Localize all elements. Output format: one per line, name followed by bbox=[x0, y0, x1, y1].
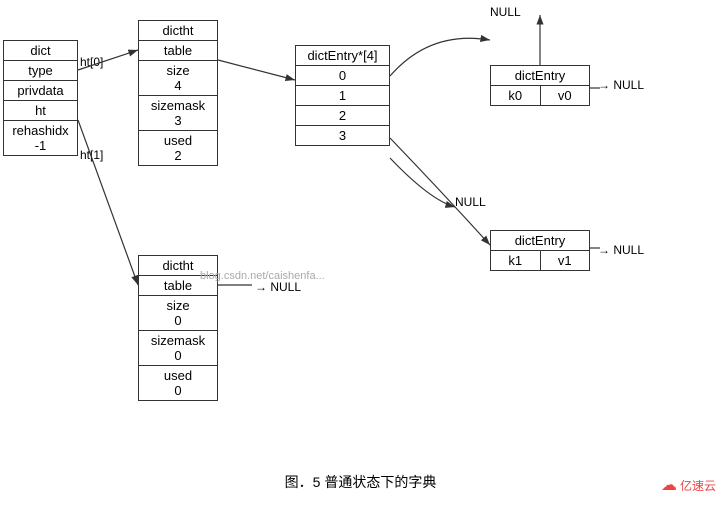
null-bottom-table: → NULL bbox=[255, 280, 301, 294]
dictht-top-table: table bbox=[139, 41, 217, 61]
dictht-top-size: size4 bbox=[139, 61, 217, 96]
dictentry-bottom-box: dictEntry k1 v1 bbox=[490, 230, 590, 271]
dictentry-array-3: 3 bbox=[296, 126, 389, 145]
dict-cell-ht: ht bbox=[4, 101, 77, 121]
dictentry-array-1: 1 bbox=[296, 86, 389, 106]
dict-cell-privdata: privdata bbox=[4, 81, 77, 101]
dictentry-top-kv: k0 v0 bbox=[491, 86, 589, 105]
null-right-bottom: → NULL bbox=[598, 243, 644, 257]
ht1-label: ht[1] bbox=[80, 148, 103, 162]
dictentry-array-2: 2 bbox=[296, 106, 389, 126]
dictht-top-used: used2 bbox=[139, 131, 217, 165]
dictentry-array-label: dictEntry*[4] bbox=[296, 46, 389, 66]
dictentry-top-k0: k0 bbox=[491, 86, 541, 105]
dictht-bottom-sizemask: sizemask0 bbox=[139, 331, 217, 366]
dict-box: dict type privdata ht rehashidx-1 bbox=[3, 40, 78, 156]
logo-icon: ☁ bbox=[661, 475, 677, 495]
dictht-bottom-size: size0 bbox=[139, 296, 217, 331]
dictentry-bottom-v1: v1 bbox=[541, 251, 590, 270]
dictentry-bottom-kv: k1 v1 bbox=[491, 251, 589, 270]
dictentry-top-label: dictEntry bbox=[491, 66, 589, 86]
dict-cell-type: type bbox=[4, 61, 77, 81]
dictht-top-box: dictht table size4 sizemask3 used2 bbox=[138, 20, 218, 166]
dictentry-bottom-label: dictEntry bbox=[491, 231, 589, 251]
ht0-label: ht[0] bbox=[80, 55, 103, 69]
dictentry-top-box: dictEntry k0 v0 bbox=[490, 65, 590, 106]
watermark: blog.csdn.net/caishenfa... bbox=[200, 270, 325, 282]
dictht-bottom-used: used0 bbox=[139, 366, 217, 400]
diagram: dict type privdata ht rehashidx-1 ht[0] … bbox=[0, 0, 721, 500]
dict-cell-rehashidx: rehashidx-1 bbox=[4, 121, 77, 155]
null-right-top: → NULL bbox=[598, 78, 644, 92]
caption: 图．5 普通状态下的字典 bbox=[0, 472, 721, 492]
dictentry-bottom-k1: k1 bbox=[491, 251, 541, 270]
dictht-top-label: dictht bbox=[139, 21, 217, 41]
logo-text: 亿速云 bbox=[680, 477, 716, 494]
dict-cell-dict: dict bbox=[4, 41, 77, 61]
dictht-top-sizemask: sizemask3 bbox=[139, 96, 217, 131]
dictentry-array-box: dictEntry*[4] 0 1 2 3 bbox=[295, 45, 390, 146]
null-middle: NULL bbox=[455, 195, 486, 209]
caption-text: 图．5 普通状态下的字典 bbox=[285, 474, 437, 490]
null-top: NULL bbox=[490, 5, 521, 19]
dictentry-top-v0: v0 bbox=[541, 86, 590, 105]
dictentry-array-0: 0 bbox=[296, 66, 389, 86]
logo-area: ☁ 亿速云 bbox=[661, 475, 716, 495]
